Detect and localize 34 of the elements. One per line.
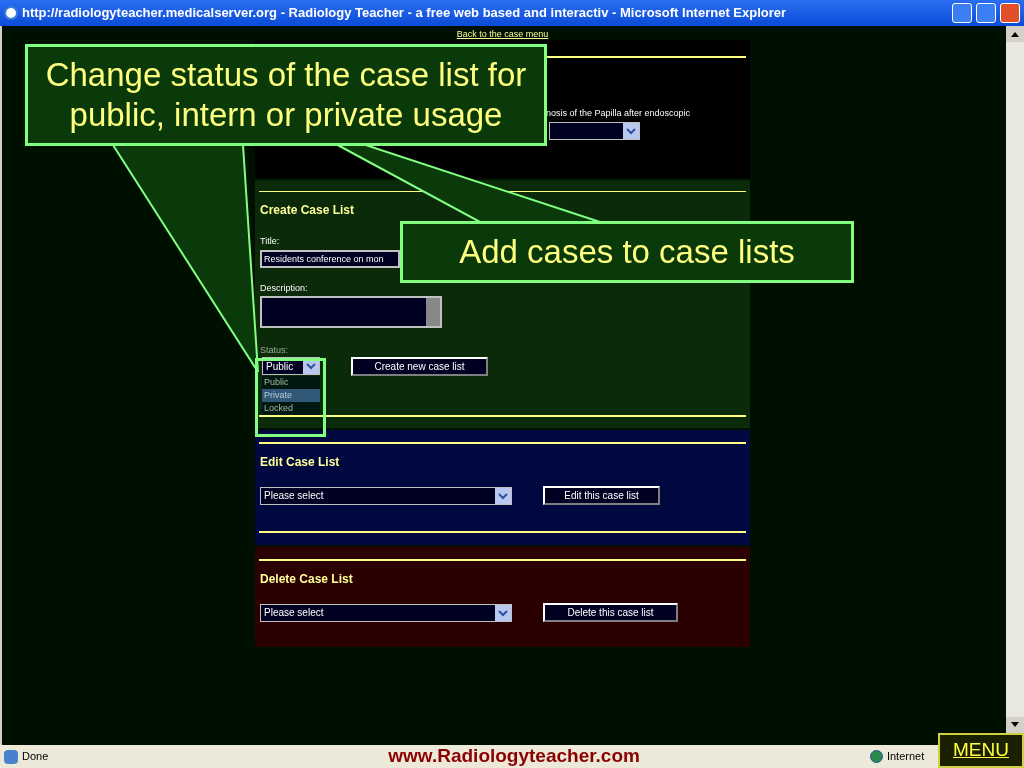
callout-text: Change status of the case list for public, intern or private usage — [44, 55, 528, 135]
field-label: Title: — [260, 235, 281, 249]
website-url: www.Radiologyteacher.com — [388, 744, 640, 768]
dropdown-option[interactable]: Private — [262, 389, 320, 402]
case-list-select[interactable]: Please select — [260, 603, 512, 622]
restore-button[interactable] — [976, 3, 996, 23]
window-title: http://radiologyteacher.medicalserver.org - Radiology Teacher - a free web based and interactiv - Microsoft Internet Explorer — [22, 4, 788, 23]
minimize-button[interactable] — [952, 3, 972, 23]
back-link[interactable]: Back to the case menu — [456, 29, 549, 40]
section-heading: Delete Case List — [260, 571, 354, 588]
case-list-select[interactable]: Please select — [260, 486, 512, 505]
browser-icon — [4, 6, 18, 20]
field-label: Status: — [260, 343, 289, 357]
title-field[interactable]: Residents conference on mon — [260, 249, 400, 268]
form-button[interactable]: Delete this case list — [543, 603, 678, 622]
form-button[interactable]: Create new case list — [351, 357, 488, 376]
field-label: Description: — [260, 281, 309, 295]
case-select[interactable] — [549, 121, 640, 140]
dropdown-option[interactable]: Locked — [262, 402, 320, 415]
form-button[interactable]: Edit this case list — [543, 486, 660, 505]
dropdown-option[interactable]: Public — [262, 376, 320, 389]
status-text: Done — [22, 749, 49, 765]
menu-button[interactable]: MENU — [938, 733, 1024, 768]
textarea-scrollbar-icon — [426, 298, 440, 326]
close-button[interactable] — [1000, 3, 1020, 23]
description-field[interactable] — [260, 296, 442, 328]
scroll-down-icon[interactable] — [1006, 717, 1024, 733]
section-heading: Edit Case List — [260, 454, 341, 471]
section-heading: Create Case List — [260, 202, 356, 220]
callout-text: Add cases to case lists — [459, 232, 795, 273]
scroll-up-icon[interactable] — [1006, 26, 1024, 42]
zone-text: Internet — [886, 749, 925, 765]
globe-icon — [869, 750, 883, 763]
case-title-text: nosis of the Papilla after endoscopic — [546, 107, 692, 120]
